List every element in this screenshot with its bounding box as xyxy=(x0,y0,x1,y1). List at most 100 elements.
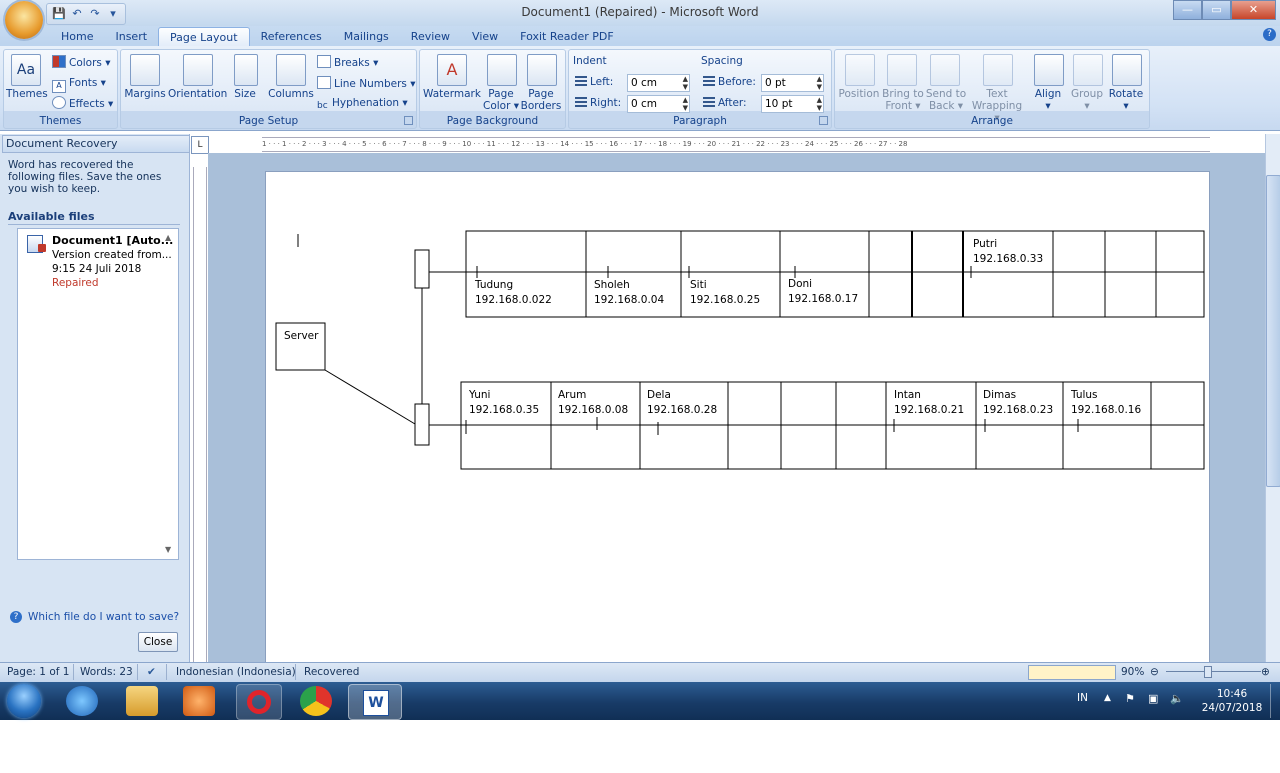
orientation-icon[interactable] xyxy=(183,54,213,86)
computer-label: Yuni 192.168.0.35 xyxy=(469,388,539,418)
align-label: Align xyxy=(1034,88,1062,100)
columns-button[interactable]: Columns xyxy=(267,88,315,100)
align-icon[interactable] xyxy=(1034,54,1064,86)
margins-icon[interactable] xyxy=(130,54,160,86)
tab-foxit-reader-pdf[interactable]: Foxit Reader PDF xyxy=(509,27,625,46)
margins-button[interactable]: Margins xyxy=(123,88,167,100)
spacing-after-spinner-icon[interactable]: ▲ ▼ xyxy=(817,96,822,112)
watermark-button[interactable]: Watermark xyxy=(422,88,482,100)
spacing-after-input[interactable]: 10 pt ▲ ▼ xyxy=(761,95,824,113)
close-button[interactable]: ✕ xyxy=(1231,0,1276,20)
word-taskbar-button[interactable]: W xyxy=(348,684,402,720)
indent-right-spinner-icon[interactable]: ▲ ▼ xyxy=(683,96,688,112)
page-color-icon[interactable] xyxy=(487,54,517,86)
computer-label: Intan 192.168.0.21 xyxy=(894,388,964,418)
rotate-icon[interactable] xyxy=(1112,54,1142,86)
clock[interactable]: 10:46 24/07/2018 xyxy=(1200,687,1264,715)
themes-icon[interactable]: Aa xyxy=(11,54,41,86)
start-button-icon[interactable] xyxy=(7,684,41,718)
spacing-before-input[interactable]: 0 pt ▲ ▼ xyxy=(761,74,824,92)
recovered-file-name[interactable]: Document1 [Auto... xyxy=(52,234,173,248)
vertical-ruler[interactable] xyxy=(193,167,207,662)
hub-top[interactable] xyxy=(414,249,430,289)
fonts-button[interactable]: A Fonts ▾ xyxy=(52,76,106,93)
align-button[interactable]: Align ▾ xyxy=(1029,88,1067,112)
watermark-icon[interactable]: A xyxy=(437,54,467,86)
language-indicator[interactable]: Indonesian (Indonesia) xyxy=(176,665,296,679)
minimize-button[interactable]: — xyxy=(1173,0,1202,20)
document-page[interactable]: Server Tudung 192.168.0.022 Sholeh 192.168… xyxy=(265,171,1210,664)
help-icon[interactable]: ? xyxy=(1263,28,1276,41)
breaks-button[interactable]: Breaks ▾ xyxy=(317,55,378,70)
zoom-slider[interactable] xyxy=(1166,671,1261,672)
action-center-icon[interactable]: ⚑ xyxy=(1125,692,1135,705)
page-setup-dialog-launcher-icon[interactable] xyxy=(404,116,413,125)
computer-label: Dela 192.168.0.28 xyxy=(647,388,717,418)
page-borders-button[interactable]: Page Borders xyxy=(520,88,562,112)
computer-label: Tudung 192.168.0.022 xyxy=(475,278,552,308)
line-numbers-button[interactable]: Line Numbers ▾ xyxy=(317,76,415,91)
office-button[interactable] xyxy=(5,1,43,39)
size-icon[interactable] xyxy=(234,54,258,86)
colors-button[interactable]: Colors ▾ xyxy=(52,55,111,70)
media-player-icon[interactable] xyxy=(183,686,215,716)
themes-button[interactable]: Themes xyxy=(6,88,48,100)
orientation-button[interactable]: Orientation xyxy=(168,88,227,100)
internet-explorer-icon[interactable] xyxy=(66,686,98,716)
computer-ip: 192.168.0.23 xyxy=(983,404,1054,416)
view-buttons[interactable] xyxy=(1028,665,1116,680)
recovery-close-button[interactable]: Close xyxy=(138,632,178,652)
hyphenation-button[interactable]: bc Hyphenation ▾ xyxy=(317,96,408,112)
zoom-slider-thumb[interactable] xyxy=(1204,666,1212,678)
page-count[interactable]: Page: 1 of 1 xyxy=(7,665,69,679)
proofing-icon[interactable]: ✔ xyxy=(147,665,156,679)
tab-review[interactable]: Review xyxy=(400,27,461,46)
list-scroll-down-icon[interactable]: ▼ xyxy=(165,545,171,554)
rotate-button[interactable]: Rotate ▾ xyxy=(1105,88,1147,112)
network-icon[interactable]: ▣ xyxy=(1148,692,1158,705)
zoom-out-icon[interactable]: ⊖ xyxy=(1150,665,1159,679)
which-file-help-link[interactable]: Which file do I want to save? xyxy=(28,611,179,623)
server-label: Server xyxy=(284,330,319,342)
opera-taskbar-button[interactable] xyxy=(236,684,282,720)
spacing-before-spinner-icon[interactable]: ▲ ▼ xyxy=(817,75,822,91)
hub-bottom[interactable] xyxy=(414,403,430,446)
computer-name: Intan xyxy=(894,389,921,401)
window-title: Document1 (Repaired) - Microsoft Word xyxy=(521,5,759,19)
volume-icon[interactable]: 🔈 xyxy=(1170,692,1184,705)
size-button[interactable]: Size xyxy=(229,88,261,100)
tab-view[interactable]: View xyxy=(461,27,509,46)
list-scroll-up-icon[interactable]: ▲ xyxy=(165,233,171,242)
spacing-after-label: After: xyxy=(703,96,747,110)
tab-mailings[interactable]: Mailings xyxy=(333,27,400,46)
computer-name: Dela xyxy=(647,389,671,401)
show-desktop-button[interactable] xyxy=(1270,684,1280,718)
tab-home[interactable]: Home xyxy=(50,27,104,46)
indent-right-icon xyxy=(575,97,587,108)
colors-icon xyxy=(52,55,66,68)
indent-right-input[interactable]: 0 cm ▲ ▼ xyxy=(627,95,690,113)
maximize-button[interactable]: ▭ xyxy=(1202,0,1231,20)
file-explorer-icon[interactable] xyxy=(126,686,158,716)
page-color-button[interactable]: Page Color ▾ xyxy=(482,88,520,112)
show-hidden-icons-icon[interactable]: ▲ xyxy=(1104,693,1111,703)
indent-left-input[interactable]: 0 cm ▲ ▼ xyxy=(627,74,690,92)
chrome-icon[interactable] xyxy=(300,686,332,716)
tab-references[interactable]: References xyxy=(250,27,333,46)
word-count[interactable]: Words: 23 xyxy=(80,665,133,679)
send-to-back-label-1: Send to xyxy=(925,88,967,100)
effects-button[interactable]: Effects ▾ xyxy=(52,96,113,111)
tab-page-layout[interactable]: Page Layout xyxy=(158,27,250,46)
zoom-in-icon[interactable]: ⊕ xyxy=(1261,665,1270,679)
page-borders-icon[interactable] xyxy=(527,54,557,86)
tab-insert[interactable]: Insert xyxy=(104,27,158,46)
computer-label: Doni 192.168.0.17 xyxy=(788,277,858,307)
language-tray[interactable]: IN xyxy=(1077,692,1088,704)
columns-icon[interactable] xyxy=(276,54,306,86)
horizontal-ruler[interactable]: 1 · · · 1 · · · 2 · · · 3 · · · 4 · · · … xyxy=(262,137,1210,152)
zoom-level[interactable]: 90% xyxy=(1121,665,1144,679)
scrollbar-thumb[interactable] xyxy=(1266,175,1280,487)
paragraph-dialog-launcher-icon[interactable] xyxy=(819,116,828,125)
ruler-toggle-button[interactable]: L xyxy=(191,136,209,154)
indent-left-spinner-icon[interactable]: ▲ ▼ xyxy=(683,75,688,91)
